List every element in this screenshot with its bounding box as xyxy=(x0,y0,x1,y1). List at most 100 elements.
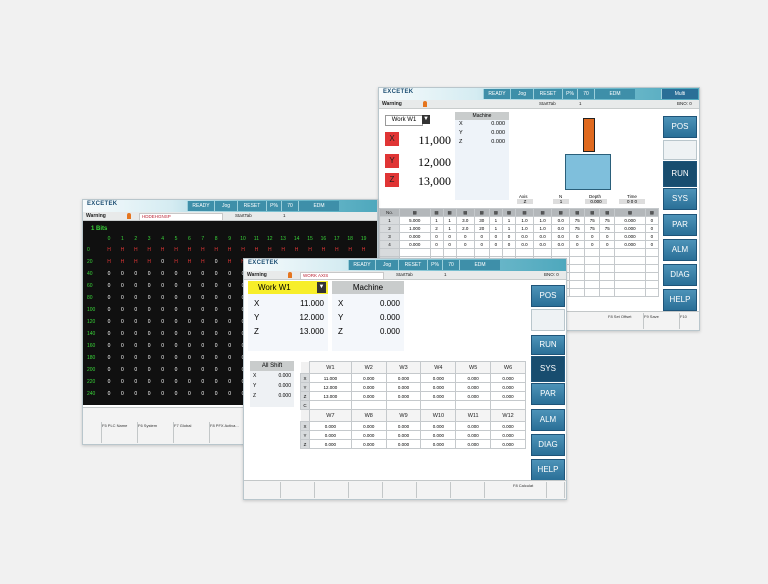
plc-bit[interactable]: H xyxy=(237,247,249,253)
offset-value[interactable]: 0.000 xyxy=(455,439,492,449)
offset-value[interactable]: 0.000 xyxy=(309,439,352,449)
plc-bit[interactable]: H xyxy=(344,247,356,253)
percent-button[interactable]: P% xyxy=(562,89,577,99)
plc-bit[interactable]: 0 xyxy=(143,367,155,373)
plc-bit[interactable]: H xyxy=(183,247,195,253)
plc-bit[interactable]: 0 xyxy=(130,391,142,397)
offset-value[interactable] xyxy=(309,400,352,410)
offset-value[interactable]: 0.000 xyxy=(420,430,457,440)
plc-bit[interactable]: 0 xyxy=(224,283,236,289)
plc-bit[interactable]: 0 xyxy=(197,391,209,397)
plc-bit[interactable]: 0 xyxy=(183,295,195,301)
plc-bit[interactable]: 0 xyxy=(157,319,169,325)
jog-button[interactable]: Jog xyxy=(510,89,533,99)
plc-bit[interactable]: 0 xyxy=(116,307,128,313)
offset-value[interactable]: 0.000 xyxy=(420,382,457,392)
plc-bit[interactable]: H xyxy=(183,259,195,265)
sys-button[interactable]: SYS xyxy=(663,188,697,210)
fkey-4[interactable] xyxy=(348,482,383,498)
plc-bit[interactable]: 0 xyxy=(103,319,115,325)
offset-value[interactable]: 12.000 xyxy=(309,382,352,392)
offset-value[interactable]: 0.000 xyxy=(490,430,526,440)
plc-bit[interactable]: 0 xyxy=(170,391,182,397)
plc-bit[interactable]: 0 xyxy=(130,307,142,313)
plc-bit[interactable]: 0 xyxy=(210,283,222,289)
table-row[interactable]: 3 0.000 0 0 0 0 0 0 0.0 0.0 0.0 0 0 0 0.000 0 xyxy=(379,232,660,241)
plc-bit[interactable]: 0 xyxy=(210,379,222,385)
plc-bit[interactable]: 0 xyxy=(143,379,155,385)
plc-bit[interactable]: 0 xyxy=(183,343,195,349)
offset-value[interactable] xyxy=(385,400,422,410)
pos-button[interactable]: POS xyxy=(663,116,697,138)
fkey-empty[interactable] xyxy=(85,422,102,443)
plc-bit[interactable]: 0 xyxy=(116,391,128,397)
offset-value[interactable]: 0.000 xyxy=(455,382,492,392)
sys-button[interactable]: SYS xyxy=(531,356,565,382)
plc-bit[interactable]: 0 xyxy=(197,367,209,373)
plc-bit[interactable]: 0 xyxy=(183,367,195,373)
plc-bit[interactable]: 0 xyxy=(170,271,182,277)
plc-bit[interactable]: 0 xyxy=(116,331,128,337)
offset-value[interactable]: 0.000 xyxy=(490,421,526,431)
pin-icon[interactable] xyxy=(288,272,292,278)
offset-value[interactable]: 0.000 xyxy=(490,439,526,449)
offset-value[interactable]: 0.000 xyxy=(350,382,387,392)
fkey-global[interactable]: F7 Global xyxy=(173,422,210,443)
offset-value[interactable]: 0.000 xyxy=(309,421,352,431)
plc-bit[interactable]: 0 xyxy=(183,307,195,313)
plc-bit[interactable]: 0 xyxy=(183,283,195,289)
plc-bit[interactable]: 0 xyxy=(116,367,128,373)
offset-value[interactable]: 0.000 xyxy=(455,373,492,383)
fkey-9[interactable] xyxy=(546,482,565,498)
fkey-5[interactable] xyxy=(382,482,417,498)
plc-bit[interactable]: 0 xyxy=(103,367,115,373)
plc-bit[interactable]: 0 xyxy=(170,355,182,361)
offset-value[interactable]: 11.000 xyxy=(309,373,352,383)
plc-bit[interactable]: 0 xyxy=(116,355,128,361)
offset-value[interactable]: 0.000 xyxy=(385,382,422,392)
plc-bit[interactable]: 0 xyxy=(170,283,182,289)
plc-bit[interactable]: 0 xyxy=(210,343,222,349)
plc-bit[interactable]: H xyxy=(103,247,115,253)
plc-bit[interactable]: 0 xyxy=(183,271,195,277)
plc-bit[interactable]: 0 xyxy=(116,295,128,301)
plc-bit[interactable]: 0 xyxy=(157,391,169,397)
jog-button[interactable]: Jog xyxy=(214,201,237,211)
plc-bit[interactable]: H xyxy=(250,247,262,253)
plc-bit[interactable]: H xyxy=(130,259,142,265)
pin-icon[interactable] xyxy=(423,101,427,107)
plc-bit[interactable]: H xyxy=(170,259,182,265)
offset-value[interactable] xyxy=(490,400,526,410)
offset-value[interactable]: 0.000 xyxy=(490,391,526,401)
diag-button[interactable]: DIAG xyxy=(531,434,565,456)
plc-bit[interactable]: 0 xyxy=(224,331,236,337)
plc-bit[interactable]: H xyxy=(224,259,236,265)
blank-button[interactable] xyxy=(531,309,565,331)
plc-bit[interactable]: 0 xyxy=(170,379,182,385)
plc-bit[interactable]: 0 xyxy=(116,343,128,349)
plc-bit[interactable]: 0 xyxy=(224,307,236,313)
plc-bit[interactable]: 0 xyxy=(130,343,142,349)
ready-button[interactable]: READY xyxy=(348,260,375,270)
plc-bit[interactable]: 0 xyxy=(197,295,209,301)
plc-bit[interactable]: 0 xyxy=(143,283,155,289)
par-button[interactable]: PAR xyxy=(531,383,565,405)
plc-bit[interactable]: 0 xyxy=(170,367,182,373)
plc-bit[interactable]: 0 xyxy=(116,319,128,325)
help-button[interactable]: HELP xyxy=(663,289,697,311)
plc-bit[interactable]: H xyxy=(197,247,209,253)
plc-bit[interactable]: 0 xyxy=(130,379,142,385)
fkey-2[interactable] xyxy=(280,482,315,498)
offset-value[interactable]: 0.000 xyxy=(350,430,387,440)
plc-bit[interactable]: H xyxy=(130,247,142,253)
work-coord-label[interactable]: Work W1 xyxy=(385,115,423,126)
fkey-calculate[interactable]: F8 Calculat xyxy=(512,482,547,498)
offset-value[interactable]: 0.000 xyxy=(420,391,457,401)
plc-bit[interactable]: 0 xyxy=(210,331,222,337)
plc-bit[interactable]: 0 xyxy=(130,283,142,289)
offset-value[interactable]: 0.000 xyxy=(350,421,387,431)
plc-bit[interactable]: 0 xyxy=(170,343,182,349)
plc-bit[interactable]: 0 xyxy=(170,307,182,313)
fkey-f10[interactable]: F10 xyxy=(679,313,699,329)
plc-bit[interactable]: 0 xyxy=(157,259,169,265)
